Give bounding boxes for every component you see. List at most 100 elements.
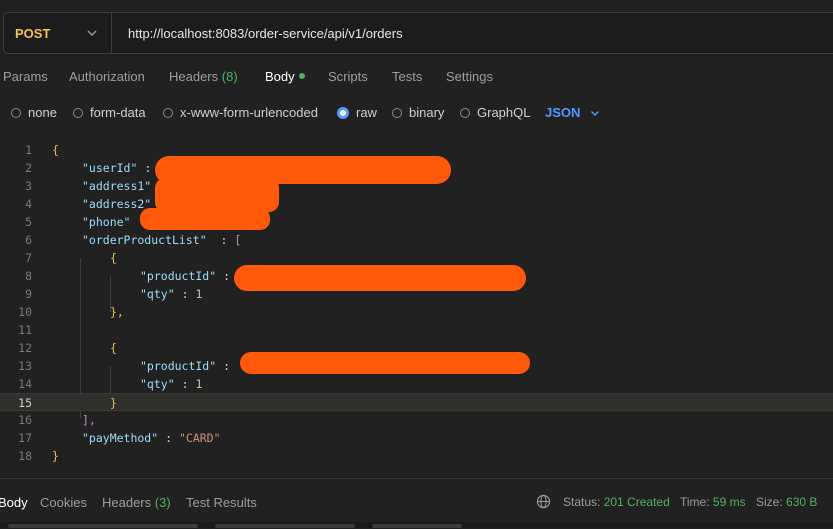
json-key: "productId" (140, 359, 217, 373)
format-select[interactable]: JSON (545, 105, 600, 120)
code-text: "orderProductList" : [ (82, 231, 241, 249)
tab-tests[interactable]: Tests (392, 69, 422, 84)
line-number: 5 (25, 215, 32, 229)
json-string: "CARD" (178, 431, 221, 445)
body-option-graphql[interactable]: GraphQL (460, 105, 530, 120)
radio-icon (73, 107, 83, 118)
radio-icon (460, 107, 470, 118)
line-number: 18 (18, 449, 32, 463)
url-input[interactable]: http://localhost:8083/order-service/api/… (128, 26, 403, 41)
json-key: "address1" (82, 179, 152, 193)
option-label: raw (356, 105, 377, 120)
response-headers-label: Headers (102, 495, 152, 510)
code-text: ], (82, 413, 96, 427)
bottom-strip (0, 522, 833, 528)
code-line-current: 15} (0, 393, 833, 411)
colon: : (165, 431, 173, 445)
body-option-binary[interactable]: binary (392, 105, 444, 120)
response-tab-test-results[interactable]: Test Results (186, 495, 257, 510)
colon: : (223, 359, 231, 373)
line-number: 12 (18, 341, 32, 355)
redaction-mark (140, 208, 270, 230)
code-text: } (110, 396, 117, 410)
code-line: 18} (0, 447, 833, 465)
response-tab-headers[interactable]: Headers (3) (102, 495, 171, 510)
radio-icon (392, 107, 402, 118)
code-text: { (110, 341, 117, 355)
code-text: "productId" : (140, 357, 230, 375)
status-label: Status: (563, 495, 601, 509)
time-label: Time: (680, 495, 710, 509)
code-line: 17 "payMethod" : "CARD" (0, 429, 833, 447)
colon: : (181, 377, 189, 391)
redaction-mark (240, 352, 530, 374)
line-number: 8 (25, 269, 32, 283)
method-label: POST (15, 26, 51, 41)
json-key: "phone" (82, 215, 131, 229)
colon: : (223, 269, 231, 283)
line-number: 10 (18, 305, 32, 319)
code-line: 6 "orderProductList" : [ (0, 231, 833, 249)
body-option-none[interactable]: none (11, 105, 57, 120)
bottom-strip-segment (372, 524, 462, 528)
chevron-down-icon (87, 30, 97, 36)
code-text: "qty" : 1 (140, 285, 202, 303)
body-option-raw[interactable]: raw (337, 105, 377, 120)
radio-icon (163, 107, 173, 118)
status-value: 201 Created (603, 495, 670, 509)
code-text: } (52, 449, 59, 463)
json-key: "qty" (140, 377, 175, 391)
line-number: 11 (18, 323, 32, 337)
json-number: 1 (195, 377, 203, 391)
tab-body[interactable]: Body (265, 69, 305, 84)
option-label: form-data (90, 105, 146, 120)
body-indicator-dot (298, 73, 305, 79)
response-size: Size: 630 B (756, 495, 817, 509)
code-text: "payMethod" : "CARD" (82, 429, 221, 447)
line-number: 17 (18, 431, 32, 445)
tab-params[interactable]: Params (3, 69, 48, 84)
line-number: 15 (18, 396, 32, 410)
tab-settings[interactable]: Settings (446, 69, 493, 84)
option-label: GraphQL (477, 105, 531, 120)
globe-icon[interactable] (536, 494, 551, 509)
tab-body-label: Body (265, 69, 295, 84)
redaction-mark (155, 178, 279, 212)
json-key: "productId" (140, 269, 217, 283)
response-headers-count: (3) (154, 495, 171, 510)
response-tab-body[interactable]: Body (0, 495, 28, 510)
body-option-urlencoded[interactable]: x-www-form-urlencoded (163, 105, 318, 120)
size-value: 630 B (786, 495, 818, 509)
line-number: 6 (25, 233, 32, 247)
code-line: 11 (0, 321, 833, 339)
code-text: "productId" : (140, 267, 230, 285)
option-label: none (28, 105, 57, 120)
tab-scripts[interactable]: Scripts (328, 69, 368, 84)
response-tab-cookies[interactable]: Cookies (40, 495, 87, 510)
redaction-mark (234, 265, 526, 291)
line-number: 14 (18, 377, 32, 391)
format-label: JSON (545, 105, 581, 120)
code-editor[interactable]: 1 { 2 "userId" : 3 "address1" 4 "address2" 5… (0, 141, 833, 470)
tab-headers-label: Headers (169, 69, 219, 84)
colon: : (220, 233, 228, 247)
bottom-strip-segment (8, 524, 198, 528)
json-key: "address2" (82, 197, 152, 211)
response-status: Status: 201 Created (563, 495, 670, 509)
code-line: 16], (0, 411, 833, 429)
json-key: "payMethod" (82, 431, 159, 445)
radio-icon (11, 107, 21, 118)
headers-count: (8) (221, 69, 238, 84)
line-number: 9 (25, 287, 32, 301)
option-label: x-www-form-urlencoded (180, 105, 318, 120)
method-select[interactable]: POST (4, 13, 112, 53)
code-line: 4 "address2" (0, 195, 833, 213)
tab-authorization[interactable]: Authorization (69, 69, 145, 84)
colon: : (144, 161, 152, 175)
colon: : (181, 287, 189, 301)
code-text: { (110, 251, 117, 265)
code-text: }, (110, 305, 124, 319)
tab-headers[interactable]: Headers (8) (169, 69, 238, 84)
code-text: "qty" : 1 (140, 375, 202, 393)
body-option-form-data[interactable]: form-data (73, 105, 146, 120)
